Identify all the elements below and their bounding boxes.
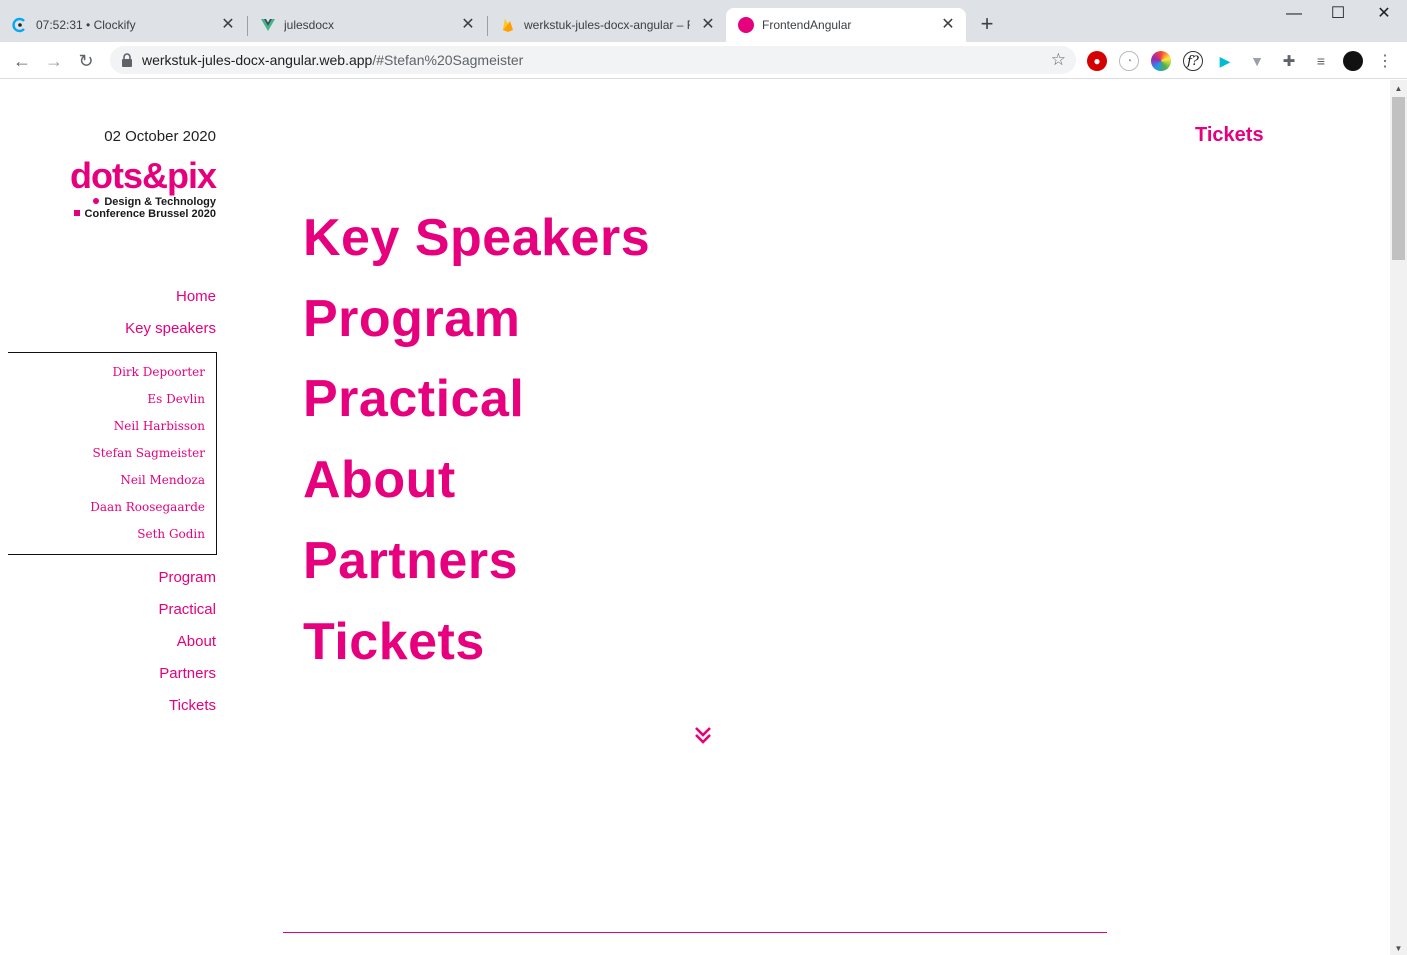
scroll-down-chevron-icon[interactable] xyxy=(693,724,713,746)
menu-kebab-icon[interactable]: ⋮ xyxy=(1375,51,1395,71)
url-text: werkstuk-jules-docx-angular.web.app/#Ste… xyxy=(142,52,523,68)
logo-line-1: Design & Technology xyxy=(104,196,216,208)
tab-julesdocx[interactable]: julesdocx ✕ xyxy=(248,8,486,42)
logo-line-2: Conference Brussel 2020 xyxy=(84,208,216,220)
address-bar[interactable]: werkstuk-jules-docx-angular.web.app/#Ste… xyxy=(110,46,1076,74)
adblock-icon[interactable]: ● xyxy=(1087,51,1107,71)
speaker-link[interactable]: Stefan Sagmeister xyxy=(93,446,205,460)
event-date: 02 October 2020 xyxy=(104,128,216,145)
speaker-link[interactable]: Daan Roosegaarde xyxy=(90,500,205,514)
tab-firebase[interactable]: werkstuk-jules-docx-angular – Fi ✕ xyxy=(488,8,726,42)
hero-link-program[interactable]: Program xyxy=(303,289,520,349)
page-scrollbar[interactable]: ▲ ▼ xyxy=(1390,80,1407,955)
url-domain: werkstuk-jules-docx-angular.web.app xyxy=(142,52,373,68)
speaker-link[interactable]: Neil Harbisson xyxy=(114,419,205,433)
speaker-link[interactable]: Dirk Depoorter xyxy=(112,365,205,379)
pink-dot-icon xyxy=(738,17,754,33)
logo-dot-icon xyxy=(93,198,100,204)
media-queue-icon[interactable]: ≡ xyxy=(1311,51,1331,71)
close-tab-icon[interactable]: ✕ xyxy=(700,17,716,33)
speaker-link[interactable]: Neil Mendoza xyxy=(120,473,205,487)
tab-clockify[interactable]: 07:52:31 • Clockify ✕ xyxy=(0,8,246,42)
hero-link-practical[interactable]: Practical xyxy=(303,369,524,429)
vue-icon xyxy=(260,17,276,33)
hero-link-about[interactable]: About xyxy=(303,450,456,510)
hero-link-tickets[interactable]: Tickets xyxy=(303,612,485,672)
reload-icon[interactable]: ↻ xyxy=(75,50,97,72)
close-tab-icon[interactable]: ✕ xyxy=(220,17,236,33)
tab-frontendangular[interactable]: FrontendAngular ✕ xyxy=(726,8,966,42)
tab-title: FrontendAngular xyxy=(762,18,852,32)
close-tab-icon[interactable]: ✕ xyxy=(940,17,956,33)
browser-toolbar: ← → ↻ werkstuk-jules-docx-angular.web.ap… xyxy=(0,42,1407,79)
logo-tagline-2: Conference Brussel 2020 xyxy=(70,208,216,220)
scroll-up-arrow-icon[interactable]: ▲ xyxy=(1394,84,1403,93)
sidebar-item-tickets[interactable]: Tickets xyxy=(169,697,216,714)
play-icon[interactable]: ▶ xyxy=(1215,51,1235,71)
scrollbar-thumb[interactable] xyxy=(1392,97,1405,260)
speakers-submenu: Dirk Depoorter Es Devlin Neil Harbisson … xyxy=(8,352,217,555)
logo-tagline-1: Design & Technology xyxy=(70,196,216,208)
sidebar-item-practical[interactable]: Practical xyxy=(158,601,216,618)
color-picker-icon[interactable] xyxy=(1151,51,1171,71)
forward-arrow-icon[interactable]: → xyxy=(43,50,65,72)
lock-icon xyxy=(120,52,134,68)
close-tab-icon[interactable]: ✕ xyxy=(460,17,476,33)
logo-wordmark: dots&pix xyxy=(69,155,217,196)
speaker-link[interactable]: Es Devlin xyxy=(147,392,205,406)
extensions-puzzle-icon[interactable]: ✚ xyxy=(1279,51,1299,71)
maximize-icon[interactable]: ☐ xyxy=(1328,4,1348,24)
bookmark-star-icon[interactable]: ☆ xyxy=(1051,50,1066,70)
back-arrow-icon[interactable]: ← xyxy=(11,50,33,72)
sidebar-item-partners[interactable]: Partners xyxy=(159,665,216,682)
site-logo[interactable]: dots&pix Design & Technology Conference … xyxy=(69,155,217,221)
vue-devtools-icon[interactable]: ▼ xyxy=(1247,51,1267,71)
logo-square-icon xyxy=(73,210,80,216)
profile-avatar[interactable] xyxy=(1343,51,1363,71)
close-window-icon[interactable]: ✕ xyxy=(1374,4,1394,24)
sidebar-item-about[interactable]: About xyxy=(177,633,216,650)
font-identifier-icon[interactable]: f? xyxy=(1183,51,1203,71)
url-path: /#Stefan%20Sagmeister xyxy=(372,52,524,68)
firebase-icon xyxy=(500,17,516,33)
minimize-icon[interactable]: — xyxy=(1284,4,1304,24)
tab-title: 07:52:31 • Clockify xyxy=(36,18,136,32)
sidebar-item-program[interactable]: Program xyxy=(158,569,216,586)
sidebar-item-home[interactable]: Home xyxy=(176,288,216,305)
scroll-down-arrow-icon[interactable]: ▼ xyxy=(1394,944,1403,953)
hero-link-partners[interactable]: Partners xyxy=(303,531,518,591)
tab-title: julesdocx xyxy=(284,18,335,32)
tickets-header-link[interactable]: Tickets xyxy=(1195,124,1264,147)
hero-link-key-speakers[interactable]: Key Speakers xyxy=(303,208,650,268)
new-tab-button[interactable]: + xyxy=(976,13,998,35)
clockify-icon xyxy=(12,17,28,33)
timer-extension-icon[interactable]: ◔ xyxy=(1119,51,1139,71)
tab-title: werkstuk-jules-docx-angular – Fi xyxy=(524,18,690,32)
speaker-link[interactable]: Seth Godin xyxy=(137,527,205,541)
sidebar-item-key-speakers[interactable]: Key speakers xyxy=(125,320,216,337)
page-content: 02 October 2020 dots&pix Design & Techno… xyxy=(0,80,1390,955)
tab-bar: 07:52:31 • Clockify ✕ julesdocx ✕ werkst… xyxy=(0,0,1407,42)
section-divider xyxy=(283,932,1107,933)
